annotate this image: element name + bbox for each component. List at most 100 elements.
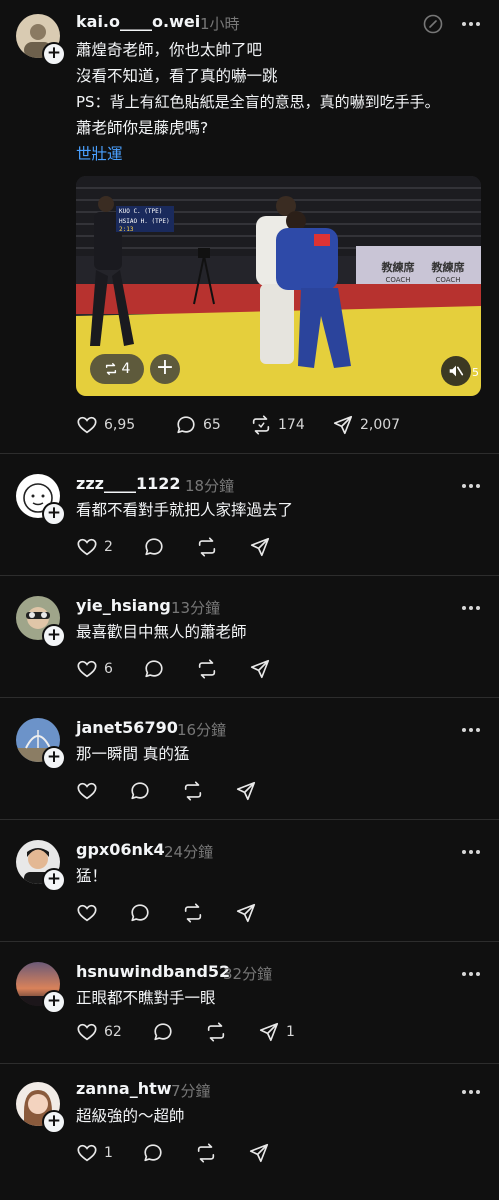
coach-sign-english: COACH — [435, 276, 461, 284]
post-time: 16分鐘 — [177, 721, 227, 739]
follow-plus-icon[interactable]: + — [42, 624, 66, 648]
reply-post: + janet56790 16分鐘 那一瞬間 真的猛 — [0, 698, 499, 819]
more-dots-icon[interactable] — [461, 14, 481, 34]
like-count: 2 — [104, 539, 113, 555]
score-top-name: KUO C. (TPE) — [119, 208, 163, 215]
reply-text: 猛！ — [76, 867, 108, 885]
match-clock: 2:13 — [119, 226, 134, 233]
reply-post: + zanna_htw 7分鐘 超級強的～超帥 1 — [0, 1064, 499, 1200]
more-dots-icon[interactable] — [461, 598, 481, 618]
follow-plus-icon[interactable]: + — [42, 502, 66, 526]
like-button[interactable]: 6,95 — [76, 412, 135, 438]
like-button[interactable] — [76, 900, 104, 926]
more-dots-icon[interactable] — [461, 1082, 481, 1102]
username[interactable]: yie_hsiang — [76, 596, 171, 615]
topic-tag-link[interactable]: 世壯運 — [76, 141, 123, 167]
repost-button[interactable] — [182, 778, 204, 804]
edit-circle-icon[interactable] — [423, 14, 443, 34]
username[interactable]: gpx06nk4 — [76, 840, 165, 859]
share-button[interactable] — [235, 778, 257, 804]
reply-post: + zzz____1122 18分鐘 看都不看對手就把人家摔過去了 2 — [0, 454, 499, 575]
reply-text: 那一瞬間 真的猛 — [76, 745, 190, 763]
heart-icon — [77, 782, 97, 800]
repost-icon — [197, 1143, 215, 1163]
share-count: 1 — [286, 1024, 295, 1040]
like-count: 62 — [104, 1024, 122, 1040]
comment-count: 65 — [203, 417, 221, 433]
post-time: 18分鐘 — [185, 477, 235, 495]
video-add-icon[interactable]: + — [150, 354, 180, 384]
speaker-muted-icon[interactable] — [441, 356, 471, 386]
repost-icon — [207, 1022, 225, 1042]
comment-bubble-icon — [145, 660, 163, 678]
comment-button[interactable] — [152, 1019, 174, 1045]
comment-button[interactable] — [142, 1140, 164, 1166]
send-icon — [236, 903, 256, 923]
post-time: 7分鐘 — [171, 1082, 211, 1100]
repost-icon — [198, 659, 216, 679]
repost-icon — [105, 363, 116, 375]
more-dots-icon[interactable] — [461, 964, 481, 984]
comment-button[interactable] — [143, 656, 165, 682]
coach-sign-english: COACH — [385, 276, 411, 284]
send-icon — [259, 1022, 279, 1042]
follow-plus-icon[interactable]: + — [42, 42, 66, 66]
share-button[interactable] — [249, 656, 271, 682]
share-button[interactable] — [249, 534, 271, 560]
repost-button[interactable] — [195, 1140, 217, 1166]
like-button[interactable]: 2 — [76, 534, 113, 560]
video-player[interactable]: KUO C. (TPE) HSIAO H. (TPE) 2:13 教練席 COA… — [76, 176, 481, 396]
comment-button[interactable] — [143, 534, 165, 560]
repost-button[interactable]: 174 — [250, 412, 305, 438]
score-bottom-name: HSIAO H. (TPE) — [119, 218, 170, 225]
like-count: 1 — [104, 1145, 113, 1161]
like-button[interactable]: 6 — [76, 656, 113, 682]
coach-sign-chinese: 教練席 — [431, 261, 465, 274]
reply-post: + gpx06nk4 24分鐘 猛！ — [0, 820, 499, 941]
comment-button[interactable] — [129, 778, 151, 804]
username[interactable]: hsnuwindband52 — [76, 962, 230, 981]
share-button[interactable] — [235, 900, 257, 926]
repost-button[interactable] — [196, 534, 218, 560]
username[interactable]: kai.o____o.wei — [76, 12, 200, 31]
share-button[interactable]: 1 — [258, 1019, 295, 1045]
follow-plus-icon[interactable]: + — [42, 868, 66, 892]
heart-icon — [77, 904, 97, 922]
share-button[interactable] — [248, 1140, 270, 1166]
more-dots-icon[interactable] — [461, 476, 481, 496]
repost-icon — [184, 903, 202, 923]
like-button[interactable]: 1 — [76, 1140, 113, 1166]
more-dots-icon[interactable] — [461, 720, 481, 740]
repost-button[interactable] — [182, 900, 204, 926]
reply-post: + hsnuwindband52 32分鐘 正眼都不瞧對手一眼 62 1 — [0, 942, 499, 1063]
heart-icon — [77, 416, 97, 434]
comment-button[interactable] — [129, 900, 151, 926]
username[interactable]: zanna_htw — [76, 1079, 172, 1098]
send-icon — [250, 537, 270, 557]
post-text-line: 蕭老師你是藤虎嗎? — [76, 119, 209, 137]
like-button[interactable] — [76, 778, 104, 804]
send-icon — [250, 659, 270, 679]
repost-icon — [252, 415, 270, 435]
follow-plus-icon[interactable]: + — [42, 1110, 66, 1134]
like-button[interactable]: 62 — [76, 1019, 122, 1045]
repost-button[interactable] — [196, 656, 218, 682]
send-icon — [249, 1143, 269, 1163]
username[interactable]: janet56790 — [76, 718, 178, 737]
comment-bubble-icon — [154, 1023, 172, 1041]
repost-button[interactable] — [205, 1019, 227, 1045]
comment-button[interactable]: 65 — [175, 412, 221, 438]
username[interactable]: zzz____1122 — [76, 474, 180, 493]
repost-icon — [198, 537, 216, 557]
follow-plus-icon[interactable]: + — [42, 990, 66, 1014]
video-repost-chip[interactable]: 4 — [90, 354, 144, 384]
follow-plus-icon[interactable]: + — [42, 746, 66, 770]
post-time: 24分鐘 — [164, 843, 214, 861]
post-text-line: PS：背上有紅色貼紙是全盲的意思，真的嚇到吃手手。 — [76, 93, 440, 111]
more-dots-icon[interactable] — [461, 842, 481, 862]
main-post: + kai.o____o.wei 1小時 蕭煌奇老師，你也太帥了吧 沒看不知道，… — [0, 0, 499, 452]
share-button[interactable]: 2,007 — [332, 412, 400, 438]
coach-sign: 教練席 COACH — [424, 262, 472, 286]
comment-bubble-icon — [177, 416, 195, 434]
video-repost-count: 4 — [121, 361, 131, 377]
